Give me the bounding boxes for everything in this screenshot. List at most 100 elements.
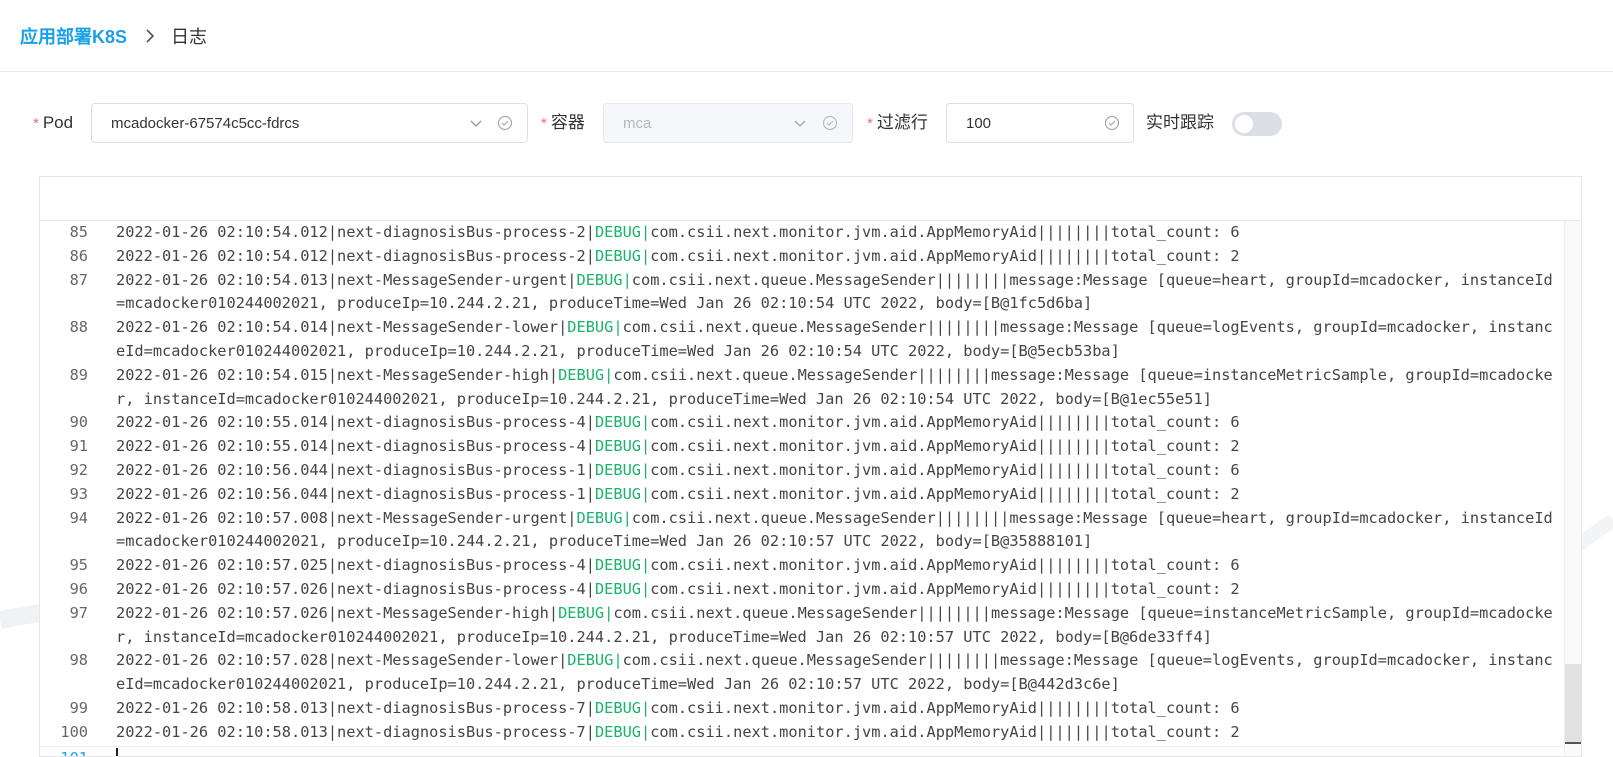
container-select-value: mca bbox=[623, 114, 652, 132]
check-circle-icon bbox=[1104, 115, 1120, 131]
log-level: DEBUG bbox=[594, 223, 641, 241]
log-line: 86 2022-01-26 02:10:54.012 | next-diagnosis… bbox=[40, 245, 1564, 269]
log-text: 2022-01-26 02:10:54.012 | next-diagnosisBu… bbox=[116, 246, 1240, 265]
log-message: com.csii.next.monitor.jvm.aid.AppMemoryA… bbox=[650, 722, 1240, 741]
line-number: 86 bbox=[69, 246, 88, 265]
log-message: com.csii.next.monitor.jvm.aid.AppMemoryA… bbox=[650, 413, 1240, 432]
log-viewer: 85 2022-01-26 02:10:54.012 | next-diagnosis… bbox=[39, 176, 1582, 757]
line-number: 88 bbox=[69, 318, 88, 337]
required-mark: * bbox=[867, 115, 873, 132]
line-number: 94 bbox=[69, 508, 88, 527]
breadcrumb-home[interactable]: 应用部署K8S bbox=[20, 23, 127, 49]
line-number: 91 bbox=[69, 437, 88, 456]
line-number: 85 bbox=[69, 223, 88, 241]
log-cursor-line: 101 bbox=[40, 745, 1564, 756]
log-level: DEBUG bbox=[576, 270, 623, 289]
log-thread: next-MessageSender-urgent bbox=[337, 508, 568, 527]
pod-select[interactable]: mcadocker-67574c5cc-fdrcs bbox=[91, 103, 528, 143]
pod-label: * Pod bbox=[33, 103, 73, 143]
log-timestamp: 2022-01-26 02:10:56.044 bbox=[116, 484, 328, 503]
container-select[interactable]: mca bbox=[603, 103, 853, 143]
log-line: 99 2022-01-26 02:10:58.013 | next-diagnosis… bbox=[40, 697, 1564, 721]
line-number: 96 bbox=[69, 579, 88, 598]
log-message: com.csii.next.queue.MessageSender|||||||… bbox=[116, 365, 1553, 408]
log-text: 2022-01-26 02:10:57.028 | next-MessageSend… bbox=[116, 651, 1553, 694]
pod-label-text: Pod bbox=[42, 113, 74, 132]
log-message: com.csii.next.monitor.jvm.aid.AppMemoryA… bbox=[650, 698, 1240, 717]
log-input[interactable] bbox=[116, 747, 1564, 756]
log-message: com.csii.next.monitor.jvm.aid.AppMemoryA… bbox=[650, 223, 1240, 241]
log-line: 97 2022-01-26 02:10:57.026 | next-MessageSe… bbox=[40, 602, 1564, 650]
log-text: 2022-01-26 02:10:58.013 | next-diagnosisBu… bbox=[116, 698, 1240, 717]
log-timestamp: 2022-01-26 02:10:58.013 bbox=[116, 698, 328, 717]
line-number: 95 bbox=[69, 556, 88, 575]
filter-lines-select[interactable]: 100 bbox=[946, 103, 1134, 143]
log-separator: | bbox=[641, 413, 651, 432]
log-separator: | bbox=[641, 223, 651, 241]
filter-lines-label: * 过滤行 bbox=[867, 103, 928, 143]
line-number: 97 bbox=[69, 603, 88, 622]
required-mark: * bbox=[541, 115, 547, 132]
log-separator: | bbox=[613, 651, 623, 670]
log-message: com.csii.next.queue.MessageSender|||||||… bbox=[116, 651, 1553, 694]
log-message: com.csii.next.queue.MessageSender|||||||… bbox=[116, 318, 1553, 360]
log-timestamp: 2022-01-26 02:10:55.014 bbox=[116, 413, 328, 432]
log-thread: next-diagnosisBus-process-4 bbox=[337, 437, 586, 456]
log-text: 2022-01-26 02:10:54.014 | next-MessageSend… bbox=[116, 318, 1553, 360]
log-message: com.csii.next.queue.MessageSender|||||||… bbox=[116, 603, 1553, 646]
log-level: DEBUG bbox=[576, 508, 623, 527]
log-text: 2022-01-26 02:10:57.008 | next-MessageSend… bbox=[116, 508, 1553, 551]
log-text: 2022-01-26 02:10:58.013 | next-diagnosisBu… bbox=[116, 722, 1240, 741]
log-level: DEBUG bbox=[567, 651, 614, 670]
log-thread: next-diagnosisBus-process-1 bbox=[337, 484, 586, 503]
log-separator: | bbox=[641, 460, 651, 479]
toggle-knob bbox=[1235, 115, 1253, 133]
breadcrumb-current: 日志 bbox=[171, 26, 208, 47]
log-thread: next-diagnosisBus-process-2 bbox=[337, 223, 586, 241]
log-thread: next-diagnosisBus-process-4 bbox=[337, 413, 586, 432]
log-message: com.csii.next.monitor.jvm.aid.AppMemoryA… bbox=[650, 556, 1240, 575]
chevron-down-icon bbox=[792, 115, 808, 131]
log-text: 2022-01-26 02:10:56.044 | next-diagnosisBu… bbox=[116, 484, 1240, 503]
log-separator: | bbox=[604, 603, 614, 622]
log-text: 2022-01-26 02:10:57.026 | next-MessageSend… bbox=[116, 603, 1553, 646]
filter-form: * Pod mcadocker-67574c5cc-fdrcs * 容器 mca *… bbox=[0, 103, 1613, 143]
log-separator: | bbox=[641, 246, 651, 265]
text-cursor bbox=[116, 748, 118, 756]
log-thread: next-MessageSender-high bbox=[337, 365, 549, 384]
log-separator: | bbox=[622, 508, 632, 527]
check-circle-icon bbox=[497, 115, 513, 131]
page-header: 应用部署K8S 日志 bbox=[0, 0, 1613, 72]
log-toolbar bbox=[40, 177, 1581, 221]
check-circle-icon bbox=[822, 115, 838, 131]
log-content[interactable]: 85 2022-01-26 02:10:54.012 | next-diagnosis… bbox=[40, 221, 1564, 756]
realtime-toggle[interactable] bbox=[1232, 112, 1282, 136]
container-label-text: 容器 bbox=[550, 113, 585, 132]
log-thread: next-diagnosisBus-process-2 bbox=[337, 246, 586, 265]
log-line: 92 2022-01-26 02:10:56.044 | next-diagnosis… bbox=[40, 459, 1564, 483]
log-text: 2022-01-26 02:10:55.014 | next-diagnosisBu… bbox=[116, 413, 1240, 432]
log-line: 95 2022-01-26 02:10:57.025 | next-diagnosis… bbox=[40, 554, 1564, 578]
log-timestamp: 2022-01-26 02:10:54.015 bbox=[116, 365, 328, 384]
log-timestamp: 2022-01-26 02:10:57.008 bbox=[116, 508, 328, 527]
log-thread: next-MessageSender-lower bbox=[337, 651, 559, 670]
log-line: 93 2022-01-26 02:10:56.044 | next-diagnosis… bbox=[40, 483, 1564, 507]
log-separator: | bbox=[641, 437, 651, 456]
log-message: com.csii.next.monitor.jvm.aid.AppMemoryA… bbox=[650, 246, 1240, 265]
scrollbar-thumb[interactable] bbox=[1565, 664, 1581, 744]
log-separator: | bbox=[613, 318, 623, 337]
vertical-scrollbar[interactable] bbox=[1564, 221, 1581, 756]
log-line: 100 2022-01-26 02:10:58.013 | next-diagnosi… bbox=[40, 721, 1564, 745]
log-message: com.csii.next.monitor.jvm.aid.AppMemoryA… bbox=[650, 437, 1240, 456]
container-label: * 容器 bbox=[541, 103, 585, 143]
log-line: 88 2022-01-26 02:10:54.014 | next-MessageSe… bbox=[40, 316, 1564, 364]
log-line: 94 2022-01-26 02:10:57.008 | next-MessageSe… bbox=[40, 507, 1564, 555]
chevron-right-icon bbox=[145, 28, 155, 44]
log-message: com.csii.next.monitor.jvm.aid.AppMemoryA… bbox=[650, 484, 1240, 503]
log-message: com.csii.next.queue.MessageSender|||||||… bbox=[116, 508, 1553, 551]
log-message: com.csii.next.monitor.jvm.aid.AppMemoryA… bbox=[650, 579, 1240, 598]
log-level: DEBUG bbox=[594, 579, 641, 598]
log-separator: | bbox=[641, 484, 651, 503]
log-message: com.csii.next.queue.MessageSender|||||||… bbox=[116, 270, 1553, 313]
log-separator: | bbox=[641, 698, 651, 717]
